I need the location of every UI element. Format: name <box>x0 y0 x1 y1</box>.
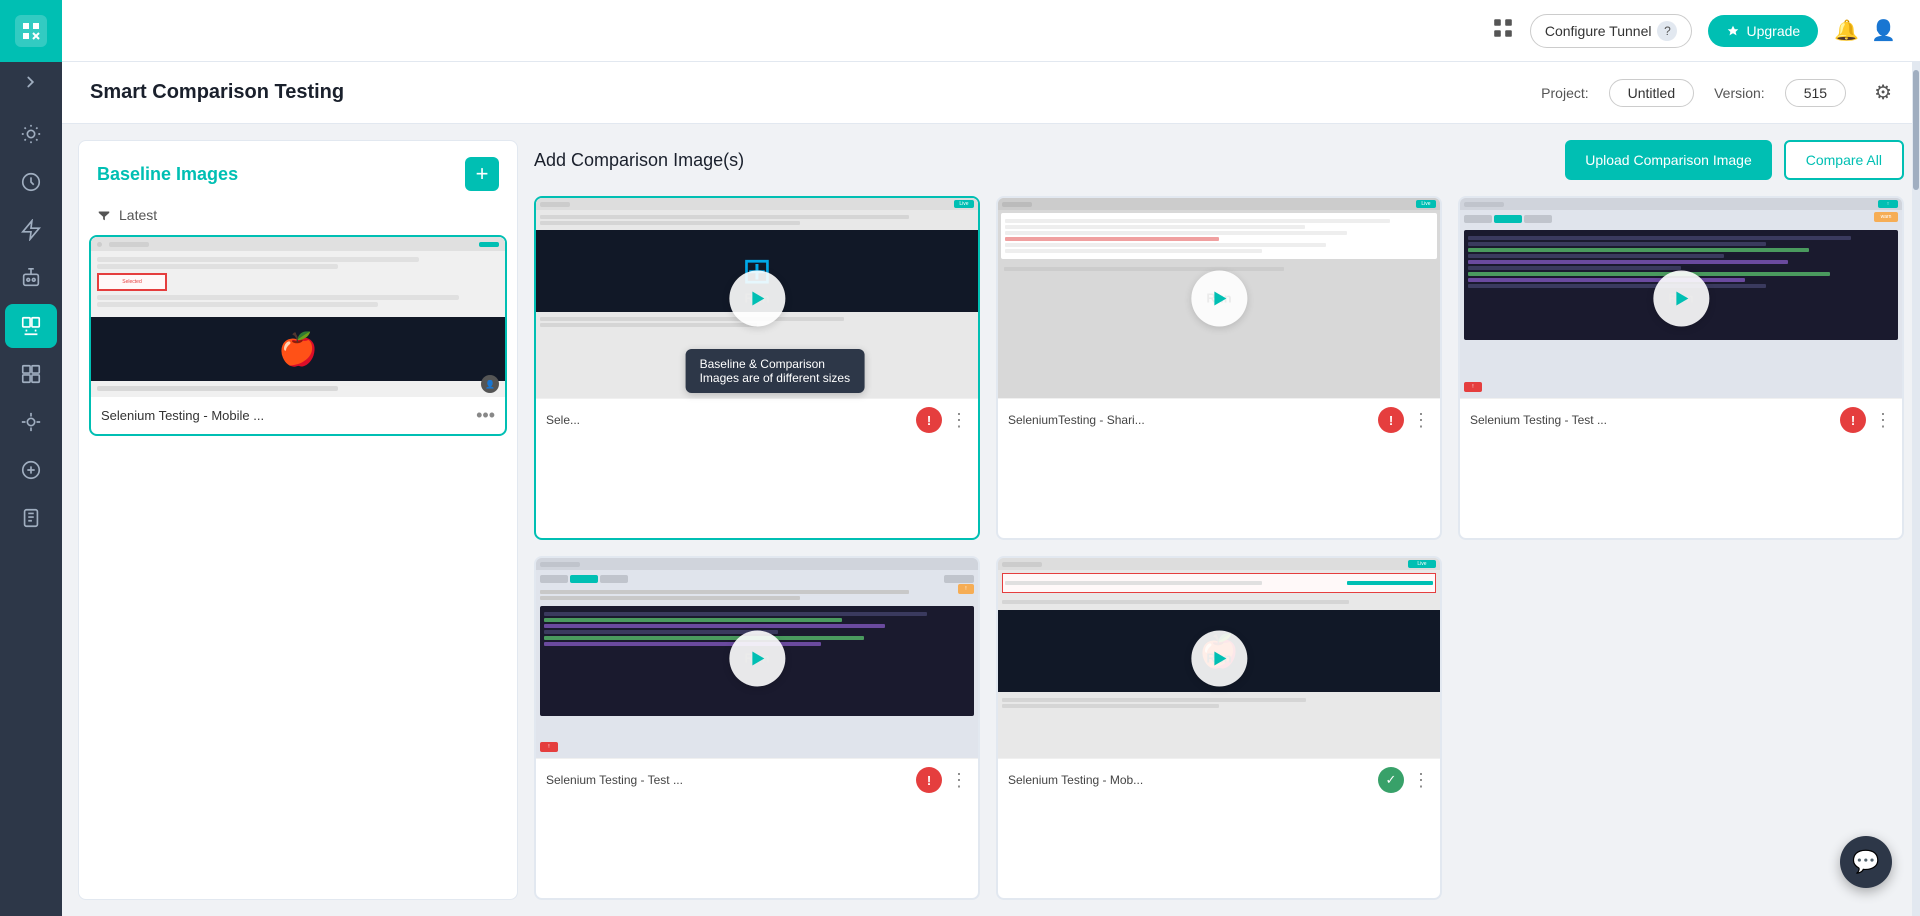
version-value[interactable]: 515 <box>1785 79 1846 107</box>
vertical-scrollbar[interactable] <box>1912 124 1920 916</box>
card-menu-5[interactable]: ⋮ <box>1412 770 1430 791</box>
baseline-image-item[interactable]: Selected 🍎 <box>89 235 507 436</box>
card-name-3: Selenium Testing - Test ... <box>1470 413 1832 427</box>
error-badge-4: ! <box>916 767 942 793</box>
comparison-card-5: 5 ✕ Live <box>996 556 1442 900</box>
comparison-actions: Upload Comparison Image Compare All <box>1565 140 1904 180</box>
comparison-card-3: 3 ✕ ↑ <box>1458 196 1904 540</box>
filter-label: Latest <box>119 207 157 223</box>
nav-item-dashboard[interactable] <box>5 112 57 156</box>
comparison-card-1: 1 ✕ Live <box>534 196 980 540</box>
card-name-4: Selenium Testing - Test ... <box>546 773 908 787</box>
comparison-panel: Add Comparison Image(s) Upload Compariso… <box>518 124 1920 916</box>
nav-item-robot[interactable] <box>5 256 57 300</box>
error-badge-2: ! <box>1378 407 1404 433</box>
comparison-header: Add Comparison Image(s) Upload Compariso… <box>534 140 1904 180</box>
comparison-card-4: 4 ✕ <box>534 556 980 900</box>
scrollbar-thumb <box>1913 124 1919 190</box>
run-button-1[interactable] <box>729 270 785 326</box>
settings-icon[interactable]: ⚙ <box>1874 80 1892 105</box>
error-badge-1: ! <box>916 407 942 433</box>
nav-expand-arrow[interactable] <box>0 62 62 102</box>
nav-item-bug[interactable] <box>5 400 57 444</box>
card-footer-2: SeleniumTesting - Shari... ! ⋮ <box>998 398 1440 441</box>
page-header: Smart Comparison Testing Project: Untitl… <box>62 62 1920 124</box>
run-button-3[interactable] <box>1653 270 1709 326</box>
left-navigation <box>0 0 62 916</box>
baseline-item-name: Selenium Testing - Mobile ... <box>101 408 264 423</box>
card-name-1: Sele... <box>546 413 908 427</box>
card-thumb-4: ! ! Run <box>536 558 978 758</box>
card-menu-2[interactable]: ⋮ <box>1412 410 1430 431</box>
compare-all-button[interactable]: Compare All <box>1784 140 1904 180</box>
card-name-2: SeleniumTesting - Shari... <box>1008 413 1370 427</box>
page-title: Smart Comparison Testing <box>90 81 1521 104</box>
nav-item-blocks[interactable] <box>5 352 57 396</box>
user-avatar-icon[interactable]: 👤 <box>1871 18 1896 43</box>
notifications-icon[interactable]: 🔔 <box>1834 18 1859 43</box>
nav-item-history[interactable] <box>5 160 57 204</box>
comparison-title: Add Comparison Image(s) <box>534 150 744 171</box>
baseline-item-menu[interactable]: ••• <box>476 405 495 426</box>
upgrade-label: Upgrade <box>1746 23 1800 39</box>
card-menu-4[interactable]: ⋮ <box>950 770 968 791</box>
upload-comparison-button[interactable]: Upload Comparison Image <box>1565 140 1772 180</box>
sidebar-list: Selected 🍎 <box>79 235 517 899</box>
card-thumb-1: Live ⊞ <box>536 198 978 398</box>
success-badge-5: ✓ <box>1378 767 1404 793</box>
project-value[interactable]: Untitled <box>1609 79 1694 107</box>
sidebar-title: Baseline Images <box>97 164 238 185</box>
card-thumb-5: Live 🍎 <box>998 558 1440 758</box>
card-footer-1: Sele... Baseline & ComparisonImages are … <box>536 398 978 441</box>
nav-item-compare[interactable] <box>5 304 57 348</box>
card-name-5: Selenium Testing - Mob... <box>1008 773 1370 787</box>
configure-tunnel-label: Configure Tunnel <box>1545 23 1652 39</box>
run-button-4[interactable] <box>729 630 785 686</box>
sidebar-item-footer: Selenium Testing - Mobile ... ••• <box>91 397 505 434</box>
logo[interactable] <box>0 0 62 62</box>
sidebar-filter[interactable]: Latest <box>79 203 517 235</box>
card-footer-5: Selenium Testing - Mob... ✓ ⋮ <box>998 758 1440 801</box>
configure-tunnel-button[interactable]: Configure Tunnel ? <box>1530 14 1693 48</box>
chat-button[interactable]: 💬 <box>1840 836 1892 888</box>
nav-item-lightning[interactable] <box>5 208 57 252</box>
comparison-card-2: 2 ✕ Live <box>996 196 1442 540</box>
nav-item-files[interactable] <box>5 496 57 540</box>
nav-item-circle[interactable] <box>5 448 57 492</box>
top-bar: Configure Tunnel ? Upgrade 🔔 👤 <box>62 0 1920 62</box>
card-thumb-3: ↑ <box>1460 198 1902 398</box>
upgrade-button[interactable]: Upgrade <box>1708 15 1818 47</box>
project-label: Project: <box>1541 85 1588 101</box>
sidebar-header: Baseline Images + <box>79 141 517 203</box>
version-label: Version: <box>1714 85 1765 101</box>
content-area: Baseline Images + Latest <box>62 124 1920 916</box>
baseline-images-sidebar: Baseline Images + Latest <box>78 140 518 900</box>
grid-view-icon[interactable] <box>1492 17 1514 44</box>
main-content: Smart Comparison Testing Project: Untitl… <box>62 62 1920 916</box>
card-footer-4: Selenium Testing - Test ... ! ⋮ <box>536 758 978 801</box>
run-button-2[interactable] <box>1191 270 1247 326</box>
add-baseline-button[interactable]: + <box>465 157 499 191</box>
card-thumb-2: Live <box>998 198 1440 398</box>
help-icon: ? <box>1657 21 1677 41</box>
card-footer-3: Selenium Testing - Test ... ! ⋮ <box>1460 398 1902 441</box>
comparison-image-grid: 1 ✕ Live <box>534 196 1904 900</box>
card-menu-3[interactable]: ⋮ <box>1874 410 1892 431</box>
run-button-5[interactable] <box>1191 630 1247 686</box>
card-menu-1[interactable]: ⋮ <box>950 410 968 431</box>
error-badge-3: ! <box>1840 407 1866 433</box>
